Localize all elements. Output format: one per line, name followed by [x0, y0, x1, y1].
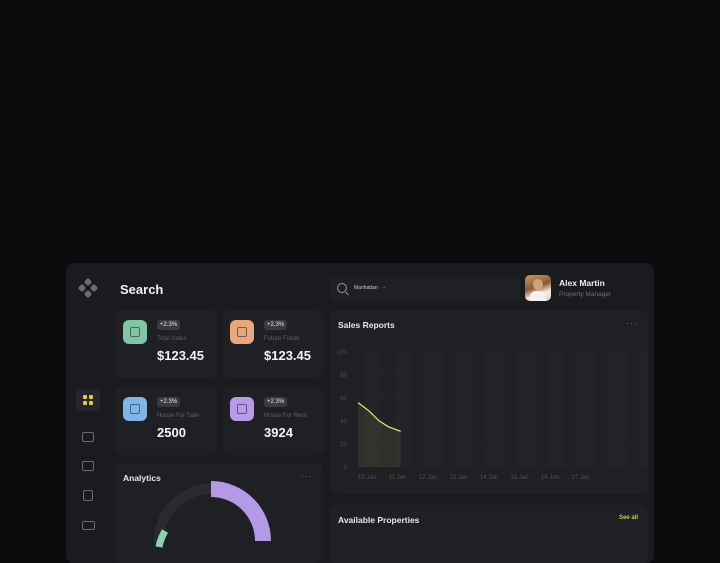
- available-properties-panel: Available Properties See all: [330, 505, 648, 563]
- grid-icon: [83, 395, 93, 405]
- y-tick-label: 20: [340, 442, 347, 448]
- sidebar-item-payments[interactable]: [76, 514, 100, 536]
- y-tick-label: 100: [337, 350, 348, 356]
- house-key-icon: [230, 397, 254, 421]
- user-name: Alex Martin: [559, 278, 605, 288]
- stat-value: $123.45: [157, 348, 204, 363]
- chat-icon: [82, 432, 94, 442]
- sales-report-panel: Sales Reports ··· 0 20 40 60 80 100 10 Jan 11 J…: [330, 310, 648, 494]
- x-tick-label: 13 Jan: [449, 475, 467, 481]
- chart-column-band: [547, 352, 565, 467]
- x-tick-label: 11 Jan: [389, 475, 407, 481]
- user-profile[interactable]: Alex Martin Property Manager: [522, 273, 648, 305]
- x-tick-label: 14 Jan: [480, 475, 498, 481]
- user-role: Property Manager: [559, 291, 612, 298]
- location-search[interactable]: Manhattan ⌄: [330, 277, 520, 301]
- sidebar-item-dashboard[interactable]: [76, 389, 100, 411]
- ring-segment-secondary: [155, 529, 169, 548]
- dashboard-window: Search Manhattan ⌄ Alex Martin Property …: [66, 263, 654, 563]
- stat-value: 3924: [264, 425, 293, 440]
- stat-card-future-funds[interactable]: +2.3% Future Funds $123.45: [222, 310, 324, 378]
- message-icon: [82, 461, 94, 471]
- chart-column-band: [486, 352, 504, 467]
- chart-icon: [123, 320, 147, 344]
- stat-card-total-sales[interactable]: +2.3% Total Sales $123.45: [115, 310, 217, 378]
- x-tick-label: 12 Jan: [419, 475, 437, 481]
- y-tick-label: 40: [340, 419, 347, 425]
- stat-value: $123.45: [264, 348, 311, 363]
- change-badge: +2.3%: [157, 320, 181, 330]
- sidebar-item-properties[interactable]: [76, 484, 100, 506]
- chart-column-band: [638, 352, 648, 467]
- stat-value: 2500: [157, 425, 186, 440]
- stat-label: Future Funds: [264, 336, 300, 342]
- y-tick-label: 80: [340, 373, 347, 379]
- stat-label: Total Sales: [157, 336, 187, 342]
- y-tick-label: 0: [344, 465, 348, 471]
- x-tick-label: 15 Jan: [510, 475, 528, 481]
- x-tick-label: 17 Jan: [571, 475, 589, 481]
- stat-card-house-for-sale[interactable]: +2.3% House For Sale 2500: [115, 387, 217, 455]
- change-badge: +2.3%: [264, 320, 288, 330]
- x-tick-label: 10 Jan: [358, 475, 376, 481]
- y-tick-label: 60: [340, 396, 347, 402]
- chart-column-band: [608, 352, 626, 467]
- sales-chart: 0 20 40 60 80 100 10 Jan 11 Jan 12 Jan 13 Jan 14 J…: [337, 350, 648, 481]
- chart-column-band: [516, 352, 535, 467]
- analytics-panel: Analytics ···: [115, 463, 323, 563]
- location-select[interactable]: Manhattan: [354, 285, 378, 291]
- stat-label: House For Sale: [157, 413, 199, 419]
- analytics-ring: [153, 481, 271, 548]
- logo-icon: [77, 277, 99, 299]
- page-title: Search: [120, 282, 164, 297]
- chevron-down-icon: ⌄: [382, 284, 387, 290]
- house-icon: [123, 397, 147, 421]
- x-tick-label: 16 Jan: [541, 475, 559, 481]
- search-icon: [337, 283, 347, 293]
- see-all-link[interactable]: See all: [619, 515, 638, 521]
- avatar: [525, 275, 551, 301]
- change-badge: +2.3%: [264, 397, 288, 407]
- chart-column-band: [455, 352, 474, 467]
- stat-card-house-for-rent[interactable]: +2.3% House For Rent 3924: [222, 387, 324, 455]
- stat-label: House For Rent: [264, 413, 307, 419]
- ring-segment-primary: [210, 481, 271, 542]
- sidebar: [66, 263, 110, 563]
- card-icon: [81, 520, 95, 530]
- sidebar-item-messages[interactable]: [76, 455, 100, 477]
- chart-column-band: [577, 352, 596, 467]
- change-badge: +2.3%: [157, 397, 181, 407]
- sidebar-item-chat[interactable]: [76, 426, 100, 448]
- building-icon: [83, 489, 93, 501]
- chart-column-band: [425, 352, 443, 467]
- wallet-icon: [230, 320, 254, 344]
- available-properties-title: Available Properties: [338, 515, 420, 525]
